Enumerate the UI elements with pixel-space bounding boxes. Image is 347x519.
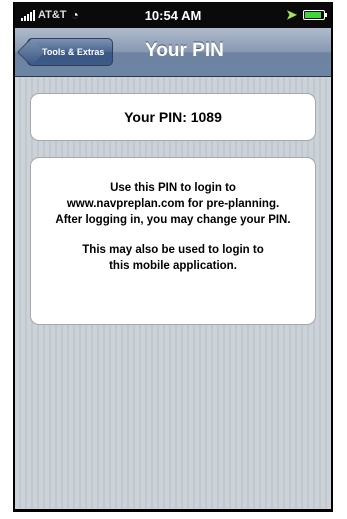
page-title: Your PIN — [145, 40, 224, 61]
info-line: www.navpreplan.com for pre-planning. — [66, 198, 280, 210]
battery-fill — [305, 12, 321, 18]
info-paragraph-1: Use this PIN to login to www.navpreplan.… — [31, 180, 315, 228]
pin-text: Your PIN: 1089 — [124, 109, 222, 125]
location-icon: ➤ — [286, 7, 297, 22]
info-card: Use this PIN to login to www.navpreplan.… — [30, 157, 316, 325]
info-line: this mobile application. — [109, 260, 237, 272]
status-bar: AT&T ◔ 10:54 AM ➤ — [15, 2, 331, 28]
back-button[interactable]: Tools & Extras — [27, 38, 114, 66]
phone-screen: AT&T ◔ 10:54 AM ➤ Tools & Extras Your PI… — [13, 2, 333, 512]
status-right: ➤ — [286, 7, 327, 23]
battery-icon — [303, 10, 327, 20]
info-line: After logging in, you may change your PI… — [55, 214, 291, 226]
info-line: This may also be used to login to — [82, 244, 264, 256]
status-time: 10:54 AM — [144, 8, 202, 23]
info-paragraph-2: This may also be used to login to this m… — [31, 242, 315, 274]
info-line: Use this PIN to login to — [110, 182, 236, 194]
navigation-bar: Tools & Extras Your PIN — [15, 28, 331, 77]
content-area: Your PIN: 1089 Use this PIN to login to … — [15, 77, 331, 509]
pin-card: Your PIN: 1089 — [30, 93, 316, 141]
back-button-label: Tools & Extras — [42, 47, 105, 57]
